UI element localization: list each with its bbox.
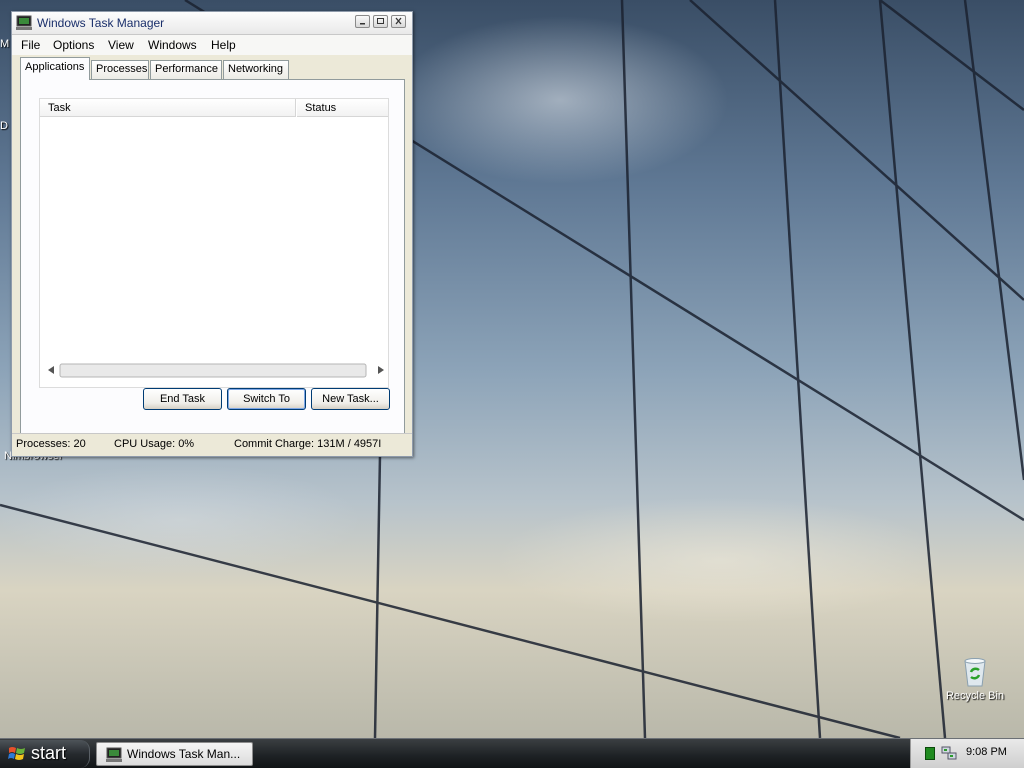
tab-performance[interactable]: Performance: [150, 60, 222, 79]
start-label: start: [31, 743, 67, 763]
switch-to-button[interactable]: Switch To: [227, 388, 306, 410]
close-button[interactable]: [391, 15, 406, 28]
network-icon[interactable]: [941, 746, 957, 764]
recycle-bin-label: Recycle Bin: [945, 690, 1005, 702]
menu-view[interactable]: View: [108, 38, 134, 52]
desktop-partial-label-m: M: [0, 38, 10, 50]
maximize-icon: [377, 18, 384, 24]
status-commit-charge: Commit Charge: 131M / 4957I: [234, 438, 382, 450]
tab-applications[interactable]: Applications: [20, 57, 90, 80]
desktop-icon-recycle-bin[interactable]: Recycle Bin: [939, 656, 1011, 702]
scroll-left-arrow[interactable]: [48, 366, 54, 374]
task-manager-icon: [16, 15, 32, 34]
minimize-button[interactable]: [355, 15, 370, 28]
task-manager-window: Windows Task Manager File Options View W…: [11, 11, 413, 457]
tray-green-icon[interactable]: [925, 747, 935, 763]
start-button[interactable]: start: [0, 740, 90, 768]
system-tray: 9:08 PM: [910, 739, 1024, 768]
new-task-button[interactable]: New Task...: [311, 388, 390, 410]
tab-processes[interactable]: Processes: [91, 60, 149, 79]
close-icon: [395, 17, 402, 25]
scroll-right-arrow[interactable]: [378, 366, 384, 374]
menu-bar: File Options View Windows Help: [12, 35, 412, 55]
menu-windows[interactable]: Windows: [148, 38, 197, 52]
minimize-icon: [360, 23, 365, 25]
maximize-button[interactable]: [373, 15, 388, 28]
column-header-task[interactable]: Task: [40, 99, 296, 117]
desktop-label-m: M: [0, 38, 10, 50]
status-bar: Processes: 20 CPU Usage: 0% Commit Charg…: [12, 433, 412, 456]
column-header-status[interactable]: Status: [297, 99, 388, 117]
tab-networking[interactable]: Networking: [223, 60, 289, 79]
menu-help[interactable]: Help: [211, 38, 236, 52]
taskbar: start Windows Task Man... 9:08 PM: [0, 738, 1024, 768]
title-bar[interactable]: Windows Task Manager: [12, 12, 412, 35]
taskbar-task-manager-button[interactable]: Windows Task Man...: [96, 742, 253, 766]
scrollbar-thumb[interactable]: [59, 363, 367, 378]
window-title: Windows Task Manager: [37, 16, 165, 30]
horizontal-scrollbar[interactable]: [48, 361, 386, 379]
taskbar-task-label: Windows Task Man...: [127, 747, 241, 761]
status-cpu-usage: CPU Usage: 0%: [114, 438, 195, 450]
end-task-button[interactable]: End Task: [143, 388, 222, 410]
recycle-bin-icon: [960, 656, 990, 688]
task-manager-icon: [106, 747, 122, 766]
menu-options[interactable]: Options: [53, 38, 94, 52]
task-list[interactable]: Task Status: [39, 98, 389, 388]
windows-logo-icon: [8, 745, 26, 766]
menu-file[interactable]: File: [21, 38, 40, 52]
desktop-label-d: D: [0, 120, 8, 132]
status-processes: Processes: 20: [16, 438, 86, 450]
desktop-partial-label-d: D: [0, 120, 10, 132]
clock[interactable]: 9:08 PM: [966, 746, 1007, 758]
